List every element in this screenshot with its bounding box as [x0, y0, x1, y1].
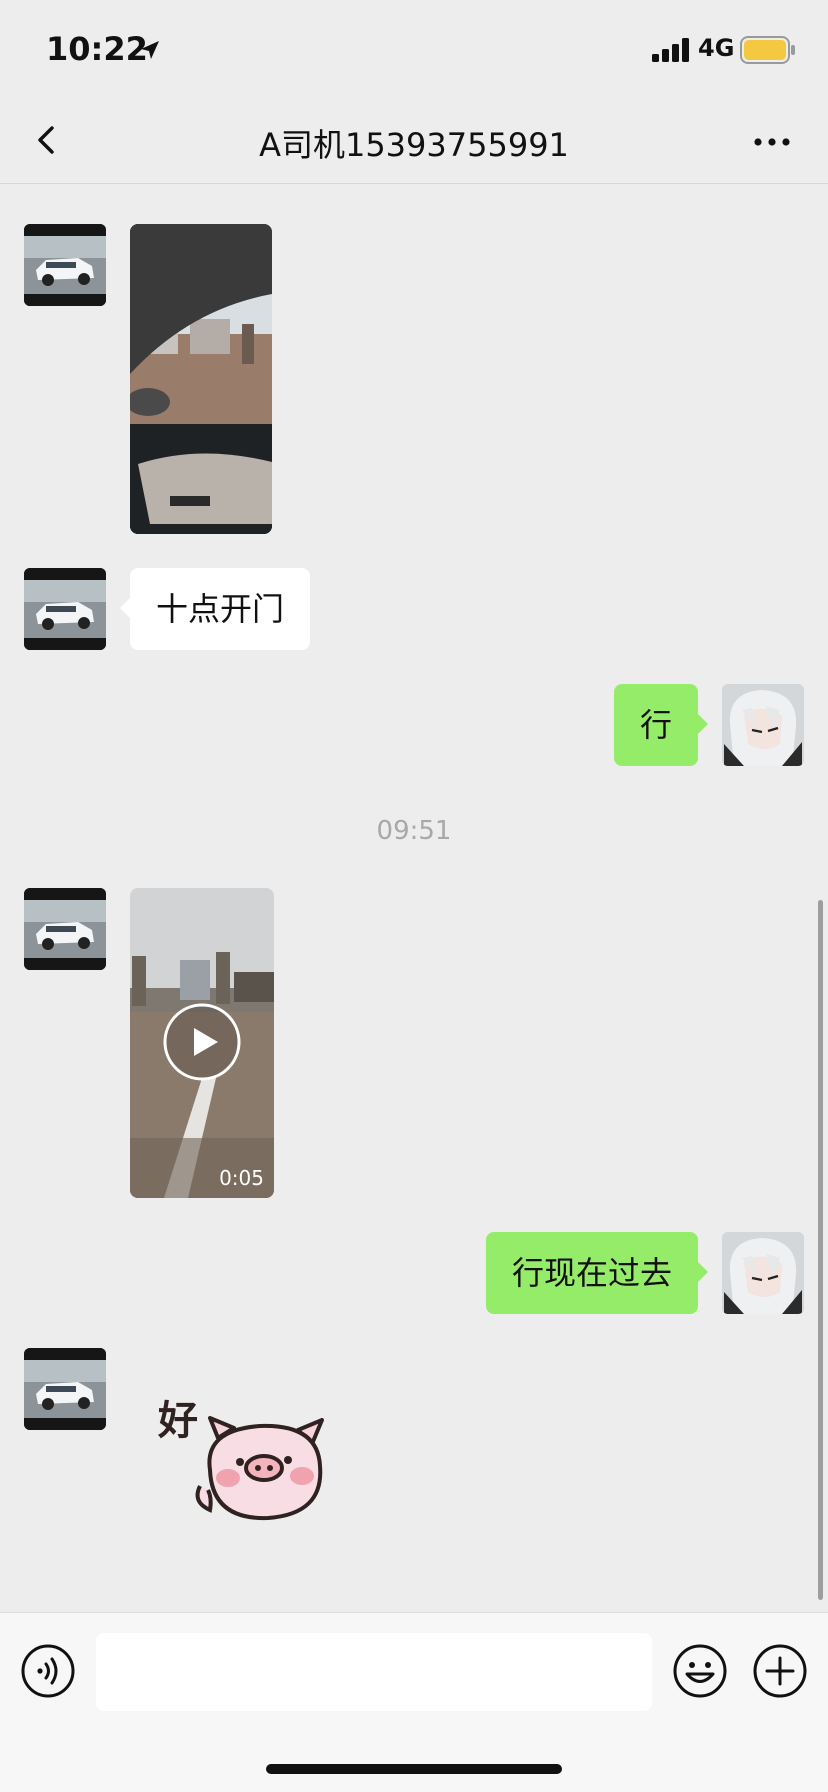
my-avatar[interactable]: [722, 684, 804, 766]
voice-icon[interactable]: [20, 1643, 76, 1699]
network-label: 4G: [698, 34, 735, 62]
plus-icon[interactable]: [752, 1643, 808, 1699]
pig-icon: [195, 1416, 324, 1521]
location-arrow-icon: [141, 41, 159, 59]
sent-message-bubble[interactable]: 行: [613, 684, 709, 766]
chat-header: A司机15393755991: [0, 96, 828, 184]
status-bar: 10:22 4G: [0, 0, 828, 96]
scroll-indicator[interactable]: [818, 900, 823, 1600]
home-indicator[interactable]: [266, 1764, 562, 1774]
pig-sticker-message[interactable]: 好: [150, 1386, 350, 1536]
play-icon[interactable]: [162, 1002, 242, 1082]
image-message[interactable]: [130, 224, 272, 534]
contact-avatar[interactable]: [24, 888, 106, 970]
contact-avatar[interactable]: [24, 568, 106, 650]
message-input[interactable]: [96, 1633, 652, 1711]
message-list[interactable]: 十点开门 行 09:51 0:05 行现在过去 好: [0, 184, 828, 1612]
video-message[interactable]: 0:05: [130, 888, 274, 1198]
my-avatar[interactable]: [722, 1232, 804, 1314]
contact-avatar[interactable]: [24, 1348, 106, 1430]
emoji-icon[interactable]: [672, 1643, 728, 1699]
sent-message-bubble[interactable]: 行现在过去: [485, 1232, 709, 1314]
message-timestamp: 09:51: [376, 816, 452, 846]
battery-icon: [740, 36, 795, 64]
chat-title: A司机15393755991: [259, 126, 569, 164]
video-duration: 0:05: [219, 1166, 264, 1190]
signal-icon: [652, 38, 689, 62]
status-time: 10:22: [46, 30, 148, 68]
received-message-bubble[interactable]: 十点开门: [119, 568, 311, 650]
more-icon[interactable]: [746, 116, 798, 168]
contact-avatar[interactable]: [24, 224, 106, 306]
